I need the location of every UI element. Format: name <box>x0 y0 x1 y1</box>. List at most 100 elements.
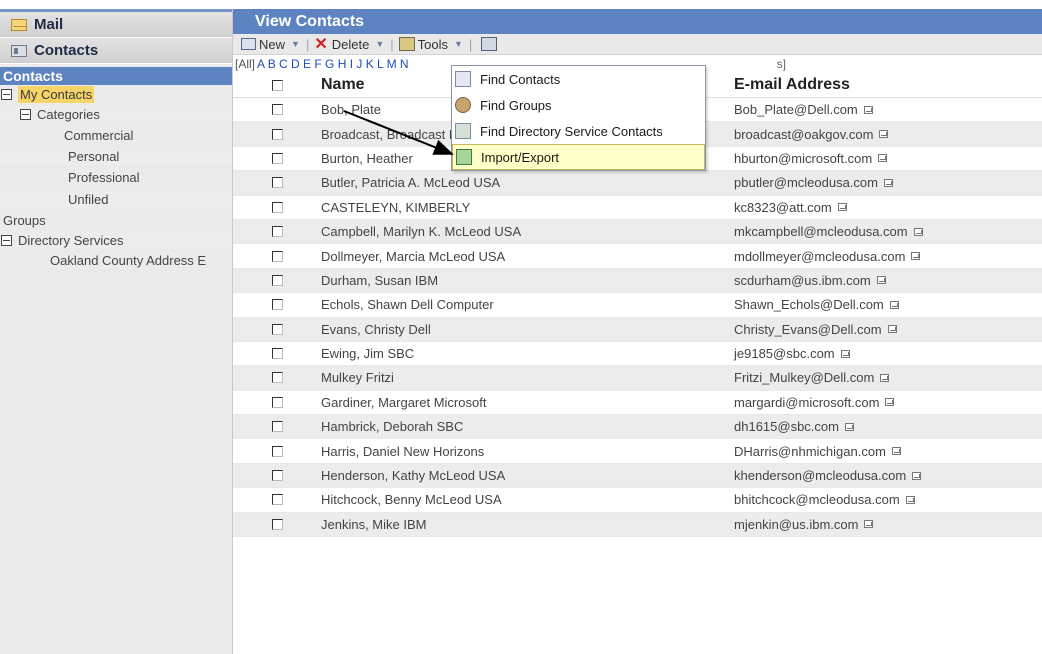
contact-name[interactable]: Hitchcock, Benny McLeod USA <box>321 492 734 507</box>
email-menu-icon[interactable] <box>879 130 889 139</box>
contact-email[interactable]: mdollmeyer@mcleodusa.com <box>734 249 905 264</box>
groups-label[interactable]: Groups <box>3 213 46 228</box>
new-dropdown-icon[interactable]: ▼ <box>291 39 300 49</box>
contact-email[interactable]: DHarris@nhmichigan.com <box>734 444 886 459</box>
email-menu-icon[interactable] <box>876 276 886 285</box>
contact-email[interactable]: khenderson@mcleodusa.com <box>734 468 906 483</box>
row-checkbox[interactable] <box>271 226 283 238</box>
contact-email[interactable]: Fritzi_Mulkey@Dell.com <box>734 370 874 385</box>
category-commercial-label[interactable]: Commercial <box>64 128 133 143</box>
row-checkbox[interactable] <box>271 104 283 116</box>
table-row[interactable]: Campbell, Marilyn K. McLeod USA mkcampbel… <box>233 219 1042 245</box>
contact-name[interactable]: Jenkins, Mike IBM <box>321 517 734 532</box>
tree-item-professional[interactable]: Professional <box>0 167 232 189</box>
table-row[interactable]: Hitchcock, Benny McLeod USA bhitchcock@mc… <box>233 488 1042 513</box>
email-menu-icon[interactable] <box>878 154 888 163</box>
alpha-letter-links[interactable]: A B C D E F G H I J K L M N <box>257 57 409 71</box>
alpha-tail[interactable]: s] <box>777 57 786 71</box>
alpha-all-link[interactable]: [All] <box>235 57 255 71</box>
contact-email[interactable]: mkcampbell@mcleodusa.com <box>734 224 908 239</box>
tree-item-groups[interactable]: Groups <box>0 211 232 231</box>
menu-item-find-contacts[interactable]: Find Contacts <box>452 66 705 92</box>
email-menu-icon[interactable] <box>912 471 922 480</box>
row-checkbox[interactable] <box>271 250 283 262</box>
contact-email[interactable]: Bob_Plate@Dell.com <box>734 102 858 117</box>
contact-email[interactable]: Shawn_Echols@Dell.com <box>734 297 884 312</box>
tree-item-personal[interactable]: Personal <box>0 147 232 167</box>
table-row[interactable]: Mulkey Fritzi Fritzi_Mulkey@Dell.com <box>233 366 1042 391</box>
table-row[interactable]: Gardiner, Margaret Microsoft margardi@mic… <box>233 391 1042 416</box>
nav-mail-button[interactable]: Mail <box>0 12 232 38</box>
email-menu-icon[interactable] <box>844 422 854 431</box>
table-row[interactable]: Jenkins, Mike IBM mjenkin@us.ibm.com <box>233 512 1042 538</box>
row-checkbox[interactable] <box>271 201 283 213</box>
contact-email[interactable]: pbutler@mcleodusa.com <box>734 175 878 190</box>
contact-email[interactable]: mjenkin@us.ibm.com <box>734 517 858 532</box>
category-professional-label[interactable]: Professional <box>68 170 140 185</box>
category-unfiled-label[interactable]: Unfiled <box>68 192 108 207</box>
email-menu-icon[interactable] <box>887 325 897 334</box>
menu-item-find-groups[interactable]: Find Groups <box>452 92 705 118</box>
contact-email[interactable]: kc8323@att.com <box>734 200 832 215</box>
tools-dropdown-icon[interactable]: ▼ <box>454 39 463 49</box>
row-checkbox[interactable] <box>271 348 283 360</box>
contact-name[interactable]: Ewing, Jim SBC <box>321 346 734 361</box>
tree-item-categories[interactable]: Categories <box>0 105 232 125</box>
row-checkbox[interactable] <box>271 177 283 189</box>
select-all-checkbox[interactable] <box>271 79 283 91</box>
collapse-icon[interactable] <box>1 235 12 246</box>
table-row[interactable]: Evans, Christy Dell Christy_Evans@Dell.co… <box>233 317 1042 342</box>
contact-name[interactable]: Henderson, Kathy McLeod USA <box>321 468 734 483</box>
tree-item-my-contacts[interactable]: My Contacts <box>0 85 232 105</box>
table-row[interactable]: Butler, Patricia A. McLeod USA pbutler@mc… <box>233 171 1042 196</box>
table-row[interactable]: Durham, Susan IBM scdurham@us.ibm.com <box>233 268 1042 294</box>
collapse-icon[interactable] <box>20 109 31 120</box>
delete-dropdown-icon[interactable]: ▼ <box>375 39 384 49</box>
print-icon[interactable] <box>481 37 498 51</box>
row-checkbox[interactable] <box>271 445 283 457</box>
row-checkbox[interactable] <box>271 518 283 530</box>
email-menu-icon[interactable] <box>913 227 923 236</box>
tree-item-oakland-county[interactable]: Oakland County Address E <box>0 251 232 271</box>
contact-name[interactable]: Butler, Patricia A. McLeod USA <box>321 175 734 190</box>
directory-services-label[interactable]: Directory Services <box>18 233 123 248</box>
table-row[interactable]: CASTELEYN, KIMBERLY kc8323@att.com <box>233 196 1042 220</box>
new-button[interactable]: New <box>241 37 285 52</box>
email-menu-icon[interactable] <box>864 520 874 529</box>
table-row[interactable]: Echols, Shawn Dell Computer Shawn_Echols@… <box>233 293 1042 318</box>
row-checkbox[interactable] <box>271 274 283 286</box>
tools-button[interactable]: Tools <box>398 37 448 52</box>
row-checkbox[interactable] <box>271 421 283 433</box>
contact-name[interactable]: Dollmeyer, Marcia McLeod USA <box>321 249 734 264</box>
row-checkbox[interactable] <box>271 470 283 482</box>
row-checkbox[interactable] <box>271 323 283 335</box>
contact-email[interactable]: scdurham@us.ibm.com <box>734 273 871 288</box>
table-row[interactable]: Ewing, Jim SBC je9185@sbc.com <box>233 342 1042 367</box>
contact-email[interactable]: bhitchcock@mcleodusa.com <box>734 492 900 507</box>
category-personal-label[interactable]: Personal <box>68 149 119 164</box>
row-checkbox[interactable] <box>271 396 283 408</box>
my-contacts-label[interactable]: My Contacts <box>18 86 95 103</box>
tree-item-directory-services[interactable]: Directory Services <box>0 231 232 251</box>
contact-email[interactable]: je9185@sbc.com <box>734 346 835 361</box>
contact-name[interactable]: Harris, Daniel New Horizons <box>321 444 734 459</box>
directory-item-label[interactable]: Oakland County Address E <box>50 253 206 268</box>
table-row[interactable]: Hambrick, Deborah SBC dh1615@sbc.com <box>233 415 1042 440</box>
email-menu-icon[interactable] <box>889 300 899 309</box>
menu-item-import-export[interactable]: Import/Export <box>452 144 705 170</box>
row-checkbox[interactable] <box>271 299 283 311</box>
email-menu-icon[interactable] <box>883 178 893 187</box>
contact-email[interactable]: margardi@microsoft.com <box>734 395 879 410</box>
contact-name[interactable]: Mulkey Fritzi <box>321 370 734 385</box>
categories-label[interactable]: Categories <box>37 107 100 122</box>
contact-email[interactable]: dh1615@sbc.com <box>734 419 839 434</box>
email-menu-icon[interactable] <box>911 252 921 261</box>
nav-contacts-button[interactable]: Contacts <box>0 38 232 64</box>
contact-name[interactable]: Evans, Christy Dell <box>321 322 734 337</box>
contact-name[interactable]: Hambrick, Deborah SBC <box>321 419 734 434</box>
tree-item-unfiled[interactable]: Unfiled <box>0 189 232 211</box>
email-menu-icon[interactable] <box>905 495 915 504</box>
email-menu-icon[interactable] <box>837 203 847 212</box>
contact-email[interactable]: Christy_Evans@Dell.com <box>734 322 882 337</box>
contact-name[interactable]: Echols, Shawn Dell Computer <box>321 297 734 312</box>
